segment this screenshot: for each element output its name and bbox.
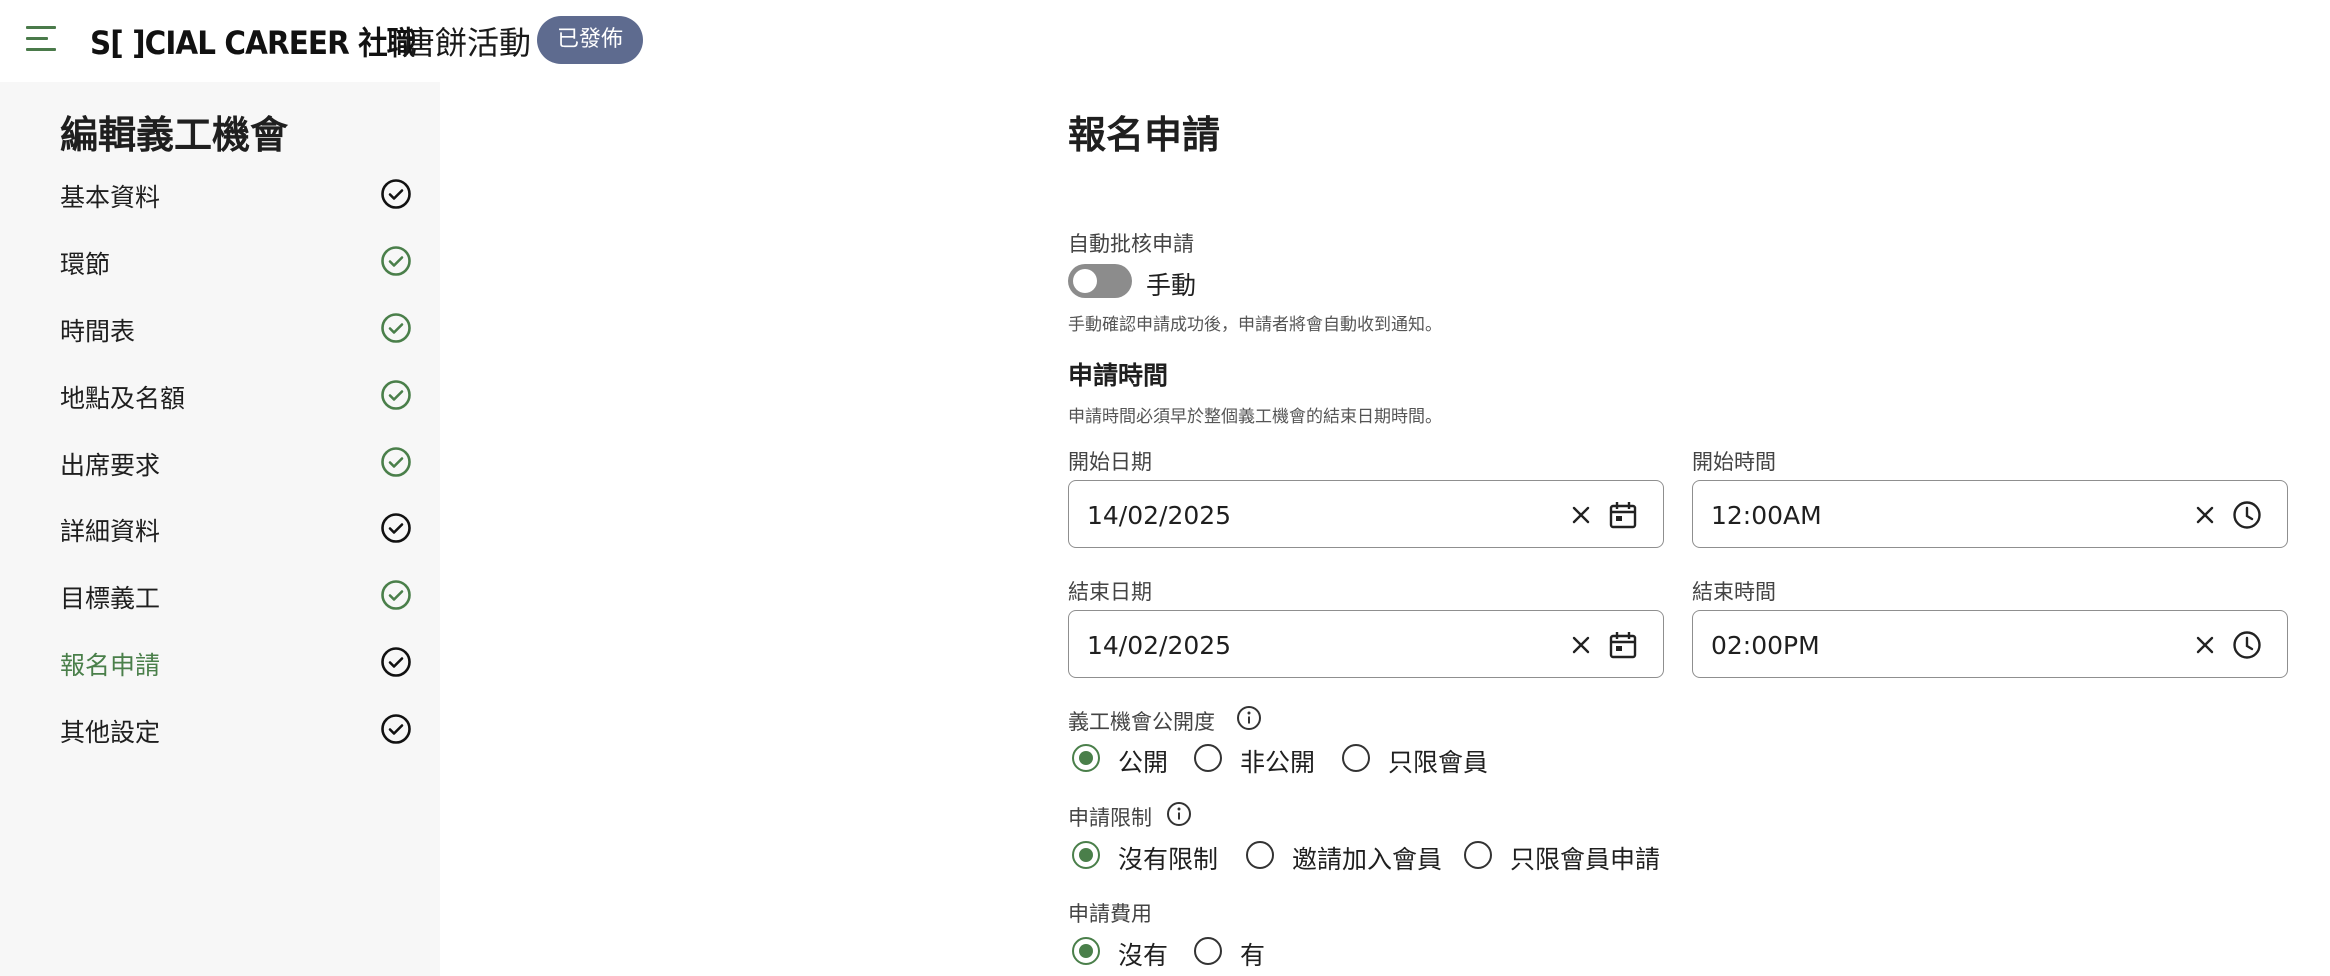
start-time-label: 開始時間 — [1692, 450, 1776, 474]
sidebar-item-attendance[interactable]: 出席要求 — [0, 432, 440, 492]
clear-icon[interactable] — [1565, 499, 1597, 531]
event-title: 唐餅活動 — [403, 24, 532, 62]
end-time-value: 02:00PM — [1711, 631, 1820, 660]
radio-label: 非公開 — [1240, 748, 1316, 777]
sidebar-item-label: 詳細資料 — [60, 517, 161, 546]
application-period-helper: 申請時間必須早於整個義工機會的結束日期時間。 — [1068, 407, 1442, 427]
radio-label: 只限會員 — [1388, 748, 1489, 777]
fee-label: 申請費用 — [1068, 902, 1152, 926]
status-badge: 已發佈 — [537, 16, 644, 64]
sidebar-item-label: 環節 — [60, 250, 111, 279]
sidebar-item-target-volunteers[interactable]: 目標義工 — [0, 565, 440, 625]
restriction-radio-group: 沒有限制 邀請加入會員 只限會員申請 — [1068, 837, 1768, 877]
auto-approve-toggle-text: 手動 — [1146, 271, 1197, 300]
start-time-value: 12:00AM — [1711, 501, 1822, 530]
toggle-knob — [1073, 269, 1097, 293]
radio-label: 公開 — [1118, 748, 1169, 777]
check-circle-icon — [381, 580, 411, 610]
info-icon[interactable] — [1236, 705, 1262, 731]
radio-circle — [1246, 841, 1274, 869]
sidebar-item-other-settings[interactable]: 其他設定 — [0, 699, 440, 759]
sidebar-item-label: 出席要求 — [60, 451, 161, 480]
radio-circle — [1342, 744, 1370, 772]
radio-circle — [1194, 937, 1222, 965]
end-time-label: 結束時間 — [1692, 580, 1776, 604]
start-date-label: 開始日期 — [1068, 450, 1152, 474]
sidebar-item-sessions[interactable]: 環節 — [0, 231, 440, 291]
sidebar-item-label: 時間表 — [60, 317, 136, 346]
auto-approve-helper: 手動確認申請成功後，申請者將會自動收到通知。 — [1068, 315, 1442, 335]
end-time-input[interactable]: 02:00PM — [1692, 610, 2288, 678]
sidebar-item-basic-info[interactable]: 基本資料 — [0, 164, 440, 224]
sidebar-item-label: 基本資料 — [60, 183, 161, 212]
check-circle-icon — [381, 246, 411, 276]
check-circle-icon — [381, 179, 411, 209]
clear-icon[interactable] — [1565, 629, 1597, 661]
end-date-label: 結束日期 — [1068, 580, 1152, 604]
restriction-label: 申請限制 — [1068, 806, 1152, 830]
check-circle-icon — [381, 380, 411, 410]
radio-label: 沒有 — [1118, 941, 1169, 970]
radio-circle — [1194, 744, 1222, 772]
sidebar-item-label: 其他設定 — [60, 718, 161, 747]
calendar-icon[interactable] — [1607, 499, 1639, 531]
clock-icon[interactable] — [2231, 629, 2263, 661]
radio-circle — [1072, 841, 1100, 869]
sidebar-item-label: 目標義工 — [60, 584, 161, 613]
application-period-title: 申請時間 — [1068, 361, 1169, 390]
check-circle-icon — [381, 513, 411, 543]
radio-circle — [1072, 937, 1100, 965]
sidebar-item-label: 地點及名額 — [60, 384, 186, 413]
sidebar-item-registration[interactable]: 報名申請 — [0, 632, 440, 692]
sidebar-title: 編輯義工機會 — [60, 113, 289, 157]
end-date-input[interactable]: 14/02/2025 — [1068, 610, 1664, 678]
start-date-input[interactable]: 14/02/2025 — [1068, 480, 1664, 548]
radio-label: 邀請加入會員 — [1292, 845, 1443, 874]
radio-label: 有 — [1240, 941, 1266, 970]
sidebar-item-schedule[interactable]: 時間表 — [0, 298, 440, 358]
menu-icon[interactable] — [26, 26, 56, 52]
clear-icon[interactable] — [2189, 629, 2221, 661]
radio-label: 沒有限制 — [1118, 845, 1219, 874]
end-date-value: 14/02/2025 — [1087, 631, 1232, 660]
radio-circle — [1072, 744, 1100, 772]
fee-radio-group: 沒有 有 — [1068, 933, 1468, 973]
page-title: 報名申請 — [1068, 113, 1221, 157]
brand-logo[interactable]: S[ ]CIAL CAREER 社職 — [90, 18, 416, 64]
radio-circle — [1464, 841, 1492, 869]
auto-approve-label: 自動批核申請 — [1068, 232, 1194, 256]
visibility-radio-group: 公開 非公開 只限會員 — [1068, 740, 1668, 780]
auto-approve-toggle[interactable] — [1068, 264, 1132, 298]
clock-icon[interactable] — [2231, 499, 2263, 531]
check-circle-icon — [381, 313, 411, 343]
top-header: S[ ]CIAL CAREER 社職 唐餅活動 已發佈 — [0, 0, 2330, 82]
clear-icon[interactable] — [2189, 499, 2221, 531]
sidebar-item-label: 報名申請 — [60, 651, 161, 680]
sidebar-item-details[interactable]: 詳細資料 — [0, 498, 440, 558]
info-icon[interactable] — [1166, 801, 1192, 827]
start-time-input[interactable]: 12:00AM — [1692, 480, 2288, 548]
check-circle-icon — [381, 447, 411, 477]
visibility-label: 義工機會公開度 — [1068, 710, 1215, 734]
sidebar-item-location-quota[interactable]: 地點及名額 — [0, 365, 440, 425]
sidebar: 編輯義工機會 基本資料 環節 時間表 地點及名額 出席要求 詳細資料 目標義工 … — [0, 82, 440, 976]
check-circle-icon — [381, 647, 411, 677]
radio-label: 只限會員申請 — [1510, 845, 1661, 874]
calendar-icon[interactable] — [1607, 629, 1639, 661]
check-circle-icon — [381, 714, 411, 744]
start-date-value: 14/02/2025 — [1087, 501, 1232, 530]
